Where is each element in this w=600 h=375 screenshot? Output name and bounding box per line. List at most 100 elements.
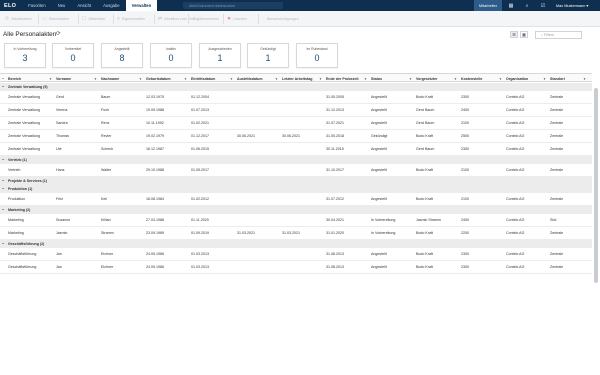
table-cell: 31.05.2018 [326, 134, 344, 138]
table-row[interactable]: Zentrale Verwaltung Sandra Renz 10.11.1992 0… [0, 117, 592, 130]
column-header[interactable]: Letzter Arbeitstag ▼ [282, 74, 324, 83]
sort-icon[interactable]: ▼ [184, 77, 187, 81]
grid-icon[interactable]: ▦ [503, 0, 519, 11]
table-row[interactable]: Geschäftsführung Jan Eichner 24.05.1986 01.0… [0, 261, 592, 274]
table-cell: Angestellt [371, 121, 387, 125]
sort-icon[interactable]: ▼ [94, 77, 97, 81]
table-cell: Marketing [8, 231, 24, 235]
sort-icon[interactable]: ▼ [454, 77, 457, 81]
table-cell: Bodo Kraft [416, 197, 433, 201]
sort-icon[interactable]: ▼ [275, 77, 278, 81]
sort-icon[interactable]: ▼ [583, 77, 586, 81]
table-row[interactable]: Marketing Susanne Killian 27.03.1988 01.11.2… [0, 214, 592, 227]
refresh-label: Aktualisieren [11, 17, 32, 21]
table-cell: Angestellt [371, 197, 387, 201]
table-row[interactable]: Zentrale Verwaltung Gerd Baum 12.03.1975 01.… [0, 91, 592, 104]
vertical-scrollbar[interactable] [594, 88, 598, 283]
status-tile[interactable]: Ausgeschieden 1 [199, 43, 241, 68]
group-row[interactable]: − Geschäftsführung (2) [0, 240, 592, 248]
table-cell: 30.04.2021 [326, 218, 344, 222]
tab-favoriten[interactable]: Favoriten [22, 0, 51, 11]
collapse-icon[interactable]: − [2, 156, 4, 163]
filter-input[interactable]: ⌕ Filtern [535, 31, 582, 39]
collapse-icon[interactable]: − [2, 185, 4, 192]
group-row[interactable]: − Vertrieb (1) [0, 156, 592, 164]
collapse-icon[interactable]: − [2, 177, 4, 184]
eigenschaften-button[interactable]: ≡ Eigenschaften [117, 12, 145, 26]
sort-icon[interactable]: ▼ [499, 77, 502, 81]
search-icon[interactable]: ⌕ [519, 0, 535, 11]
column-header[interactable]: Bereich ▼ [8, 74, 54, 83]
table-cell: 10.11.1992 [146, 121, 164, 125]
column-header[interactable]: Austrittsdatum ▼ [237, 74, 280, 83]
refresh-icon[interactable]: ⟳ [56, 31, 61, 37]
group-row[interactable]: − Produktion (1) [0, 185, 592, 193]
status-tile[interactable]: Vorbereitet 0 [52, 43, 94, 68]
sort-icon[interactable]: ▼ [139, 77, 142, 81]
sort-icon[interactable]: ▼ [543, 77, 546, 81]
group-row[interactable]: − Projekte & Services (1) [0, 177, 592, 185]
sort-icon[interactable]: ▼ [364, 77, 367, 81]
tab-ausgabe[interactable]: Ausgabe [97, 0, 126, 11]
column-header[interactable]: Status ▼ [371, 74, 414, 83]
collapse-icon[interactable]: − [2, 240, 4, 247]
table-cell: Contelo AG [506, 265, 525, 269]
refresh-button[interactable]: ⟳ Aktualisieren [5, 12, 32, 26]
tasks-icon[interactable]: ☑ [535, 0, 551, 11]
status-tile[interactable]: Angestellt 8 [101, 43, 143, 68]
table-cell: 2300 [461, 265, 469, 269]
tab-verwalten[interactable]: Verwalten [125, 0, 158, 11]
column-header[interactable]: Standort ▼ [550, 74, 588, 83]
group-label: Projekte & Services (1) [8, 178, 47, 183]
user-menu[interactable]: Max Mustermann ▾ [556, 0, 588, 11]
table-row[interactable]: Marketing Jasmin Stramm 23.09.1989 01.09.201… [0, 227, 592, 240]
expand-all-icon[interactable]: − [2, 74, 4, 83]
column-header[interactable]: Ende der Probezeit ▼ [326, 74, 369, 83]
delete-button[interactable]: ✕ Löschen [227, 12, 247, 26]
status-tile[interactable]: Im Ruhestand 0 [296, 43, 338, 68]
table-row[interactable]: Zentrale Verwaltung Ute Schenk 16.12.1987 01… [0, 143, 592, 156]
tab-ansicht[interactable]: Ansicht [71, 0, 97, 11]
stammdaten-button[interactable]: ▭ Stammdaten [42, 12, 69, 26]
uebernehmen-button[interactable]: ✓ Übernehmen [192, 12, 219, 26]
column-header[interactable]: Eintrittsdatum ▼ [191, 74, 235, 83]
global-search-input[interactable]: Akte/Dokument durchsuchen [183, 2, 283, 9]
list-view-icon[interactable]: ☰ [510, 31, 518, 38]
group-row[interactable]: − Zentrale Verwaltung (5) [0, 83, 592, 91]
table-row[interactable]: Zentrale Verwaltung Verena Funk 19.09.1988 0… [0, 104, 592, 117]
status-tile[interactable]: In Vorbereitung 3 [4, 43, 46, 68]
tile-view-icon[interactable]: ▦ [520, 31, 528, 38]
table-cell: Zentrale Verwaltung [8, 134, 40, 138]
tab-neu[interactable]: Neu [52, 0, 72, 11]
column-header[interactable]: Vorgesetzter ▼ [416, 74, 459, 83]
table-cell: 01.11.2020 [191, 218, 209, 222]
ribbon-toolbar: ⟳ Aktualisieren ▭ Stammdaten ☐ Mitarbeiter … [0, 11, 600, 27]
delete-label: Löschen [233, 17, 247, 21]
table-row[interactable]: Geschäftsführung Jan Eichner 24.05.1986 01.0… [0, 248, 592, 261]
mitarbeiter-button[interactable]: ☐ Mitarbeiter [82, 12, 105, 26]
status-tile[interactable]: Inaktiv 0 [150, 43, 192, 68]
role-button[interactable]: Mitarbeiter [474, 0, 502, 11]
table-row[interactable]: Vertrieb Hans Walter 29.10.1988 01.05.2017 31… [0, 164, 592, 177]
table-cell: 31.07.2021 [326, 121, 344, 125]
delete-icon: ✕ [227, 16, 232, 22]
folder-icon: ▭ [42, 16, 47, 22]
sort-icon[interactable]: ▼ [409, 77, 412, 81]
column-header[interactable]: Kostenstelle ▼ [461, 74, 504, 83]
sort-icon[interactable]: ▼ [49, 77, 52, 81]
collapse-icon[interactable]: − [2, 206, 4, 213]
table-cell: Contelo AG [506, 168, 525, 172]
collapse-icon[interactable]: − [2, 83, 4, 90]
column-header[interactable]: Nachname ▼ [101, 74, 144, 83]
sort-icon[interactable]: ▼ [319, 77, 322, 81]
group-row[interactable]: − Marketing (2) [0, 206, 592, 214]
column-header[interactable]: Vorname ▼ [56, 74, 99, 83]
status-tile[interactable]: Gekündigt 1 [247, 43, 289, 68]
table-row[interactable]: Zentrale Verwaltung Thomas Revier 19.02.197… [0, 130, 592, 143]
table-cell: Stramm [101, 231, 114, 235]
column-header[interactable]: Geburtsdatum ▼ [146, 74, 189, 83]
benachrichtigungen-button[interactable]: ◌ Benachrichtigungen [262, 12, 299, 26]
table-row[interactable]: Produktion Fritz Keil 16.08.1984 01.02.2012 3… [0, 193, 592, 206]
column-header[interactable]: Organisation ▼ [506, 74, 548, 83]
sort-icon[interactable]: ▼ [230, 77, 233, 81]
